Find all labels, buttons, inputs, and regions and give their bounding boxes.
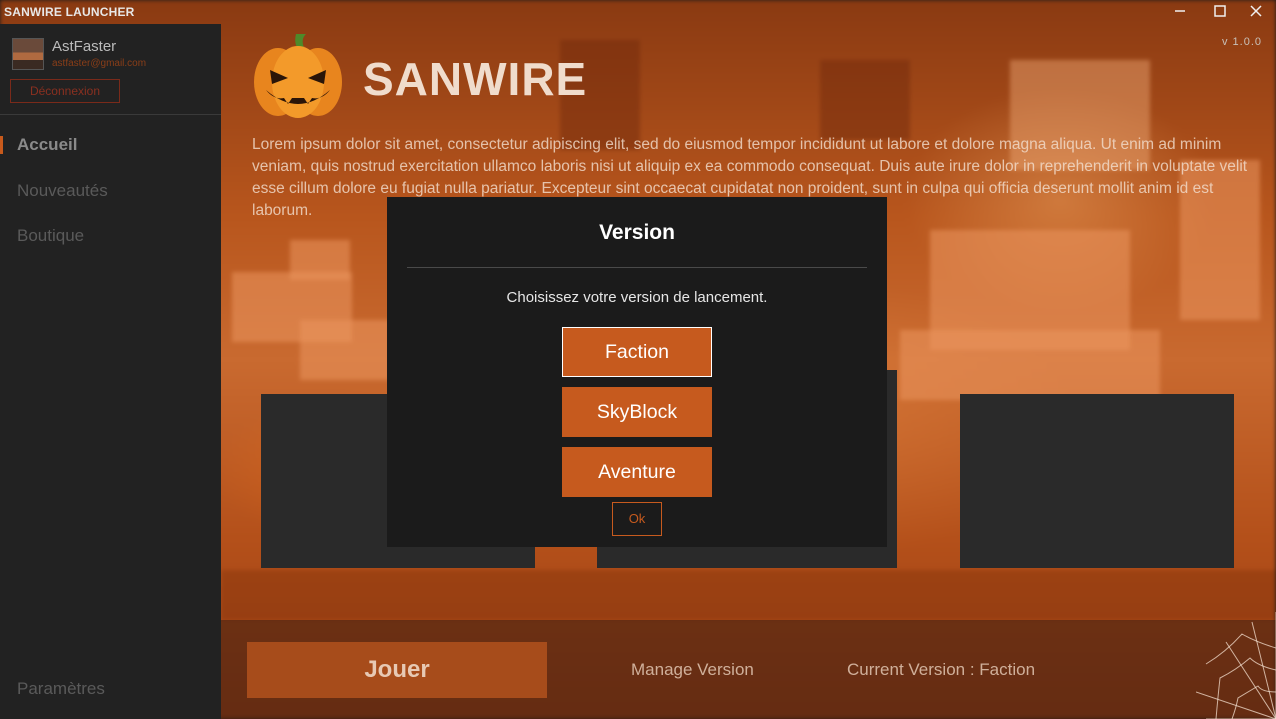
app-title: SANWIRE LAUNCHER bbox=[4, 5, 135, 19]
title-bar: SANWIRE LAUNCHER bbox=[0, 0, 1276, 24]
version-option-faction[interactable]: Faction bbox=[562, 327, 712, 377]
current-version-label: Current Version : Faction bbox=[847, 660, 1036, 679]
sidebar-item-nouveautes[interactable]: Nouveautés bbox=[17, 181, 108, 201]
version-modal: Version Choisissez votre version de lanc… bbox=[387, 197, 887, 547]
maximize-icon[interactable] bbox=[1209, 2, 1231, 22]
app-version: v 1.0.0 bbox=[1222, 36, 1263, 48]
sidebar-item-parametres[interactable]: Paramètres bbox=[17, 679, 105, 699]
logout-button[interactable]: Déconnexion bbox=[10, 79, 120, 103]
brand-title: SANWIRE bbox=[363, 53, 588, 105]
avatar bbox=[12, 38, 44, 70]
ok-button[interactable]: Ok bbox=[612, 502, 662, 536]
sidebar-divider bbox=[0, 114, 221, 115]
background-block bbox=[300, 320, 390, 380]
sidebar: AstFaster astfaster@gmail.com Déconnexio… bbox=[0, 24, 221, 719]
cobweb-icon bbox=[1195, 612, 1276, 719]
version-option-aventure[interactable]: Aventure bbox=[562, 447, 712, 497]
close-icon[interactable] bbox=[1245, 2, 1267, 22]
modal-divider bbox=[407, 267, 867, 268]
modal-message: Choisissez votre version de lancement. bbox=[506, 289, 768, 306]
news-card[interactable] bbox=[960, 394, 1234, 568]
modal-title: Version bbox=[599, 221, 675, 244]
sidebar-item-boutique[interactable]: Boutique bbox=[17, 226, 84, 246]
active-nav-indicator bbox=[0, 136, 3, 154]
background-block bbox=[820, 60, 910, 140]
play-button[interactable]: Jouer bbox=[247, 642, 547, 698]
user-email: astfaster@gmail.com bbox=[52, 58, 147, 69]
username: AstFaster bbox=[52, 38, 117, 55]
manage-version-link[interactable]: Manage Version bbox=[631, 660, 754, 680]
minimize-icon[interactable] bbox=[1169, 2, 1191, 22]
version-option-skyblock[interactable]: SkyBlock bbox=[562, 387, 712, 437]
background-block bbox=[900, 330, 1160, 400]
sidebar-item-accueil[interactable]: Accueil bbox=[17, 135, 77, 155]
background-block bbox=[221, 570, 1276, 620]
pumpkin-logo bbox=[250, 28, 346, 120]
background-block bbox=[290, 240, 350, 280]
